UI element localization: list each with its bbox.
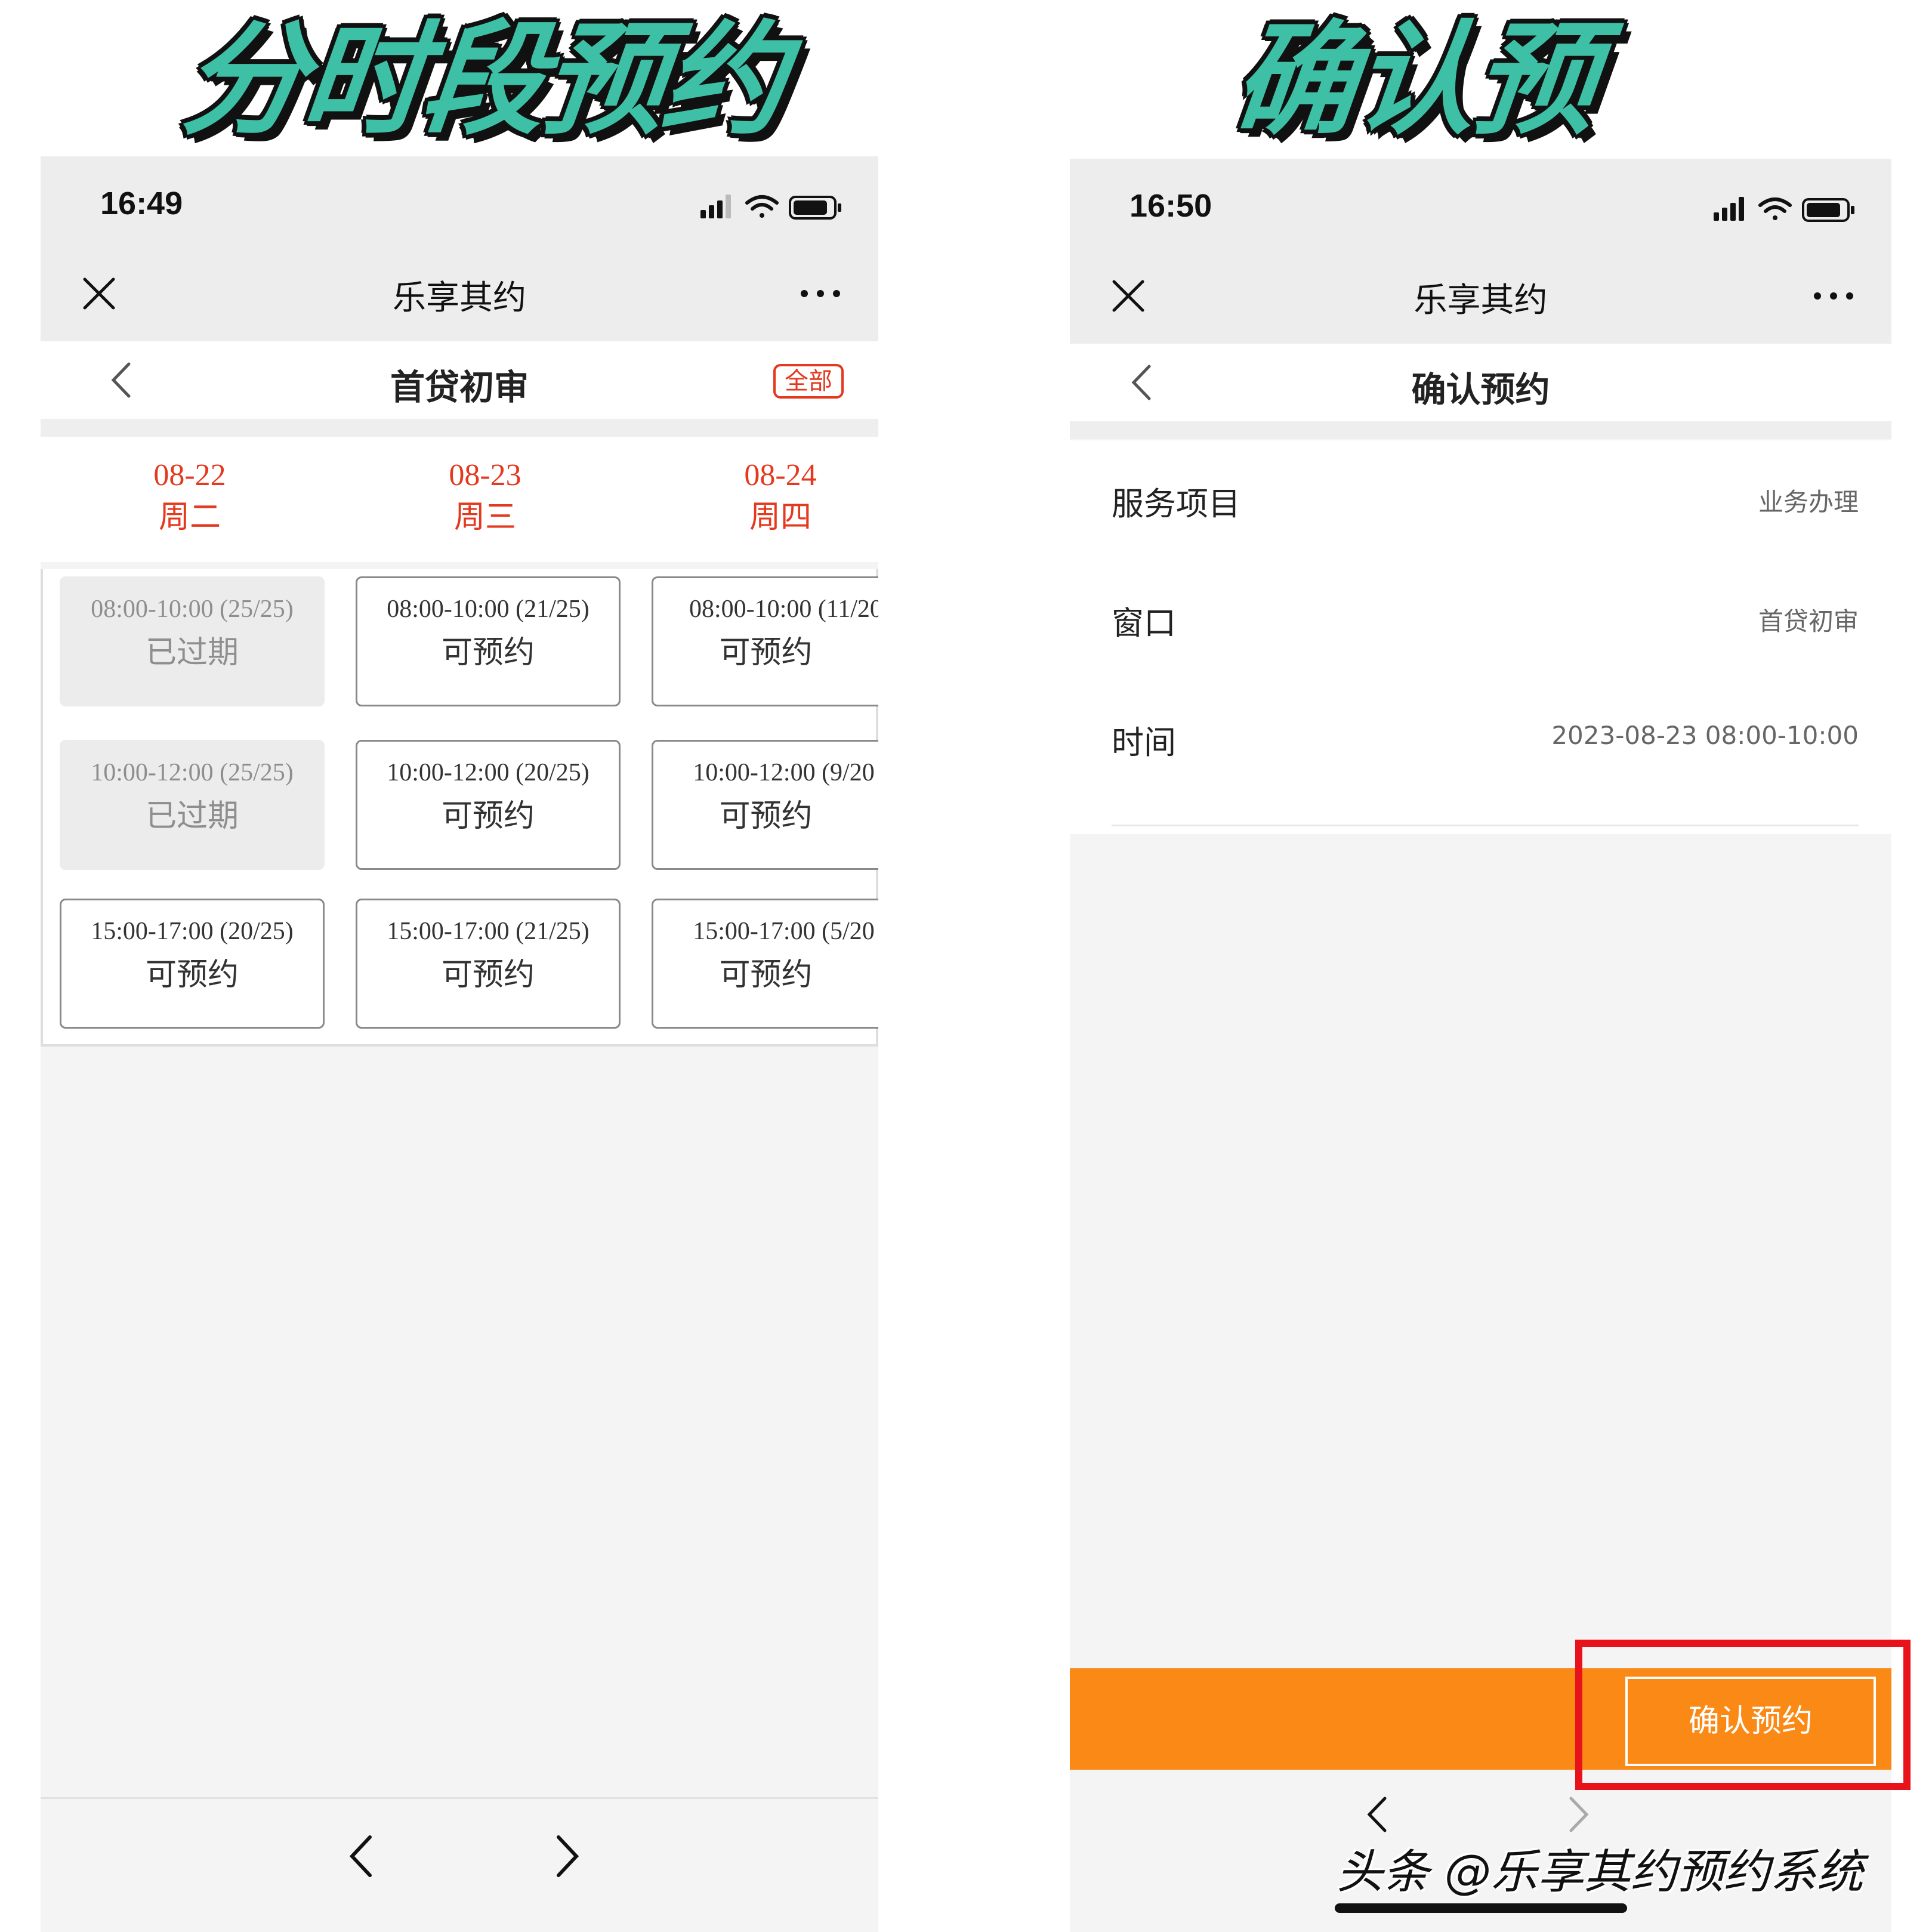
- slot-state: 可预约: [441, 798, 535, 834]
- chevron-left-icon[interactable]: [344, 1832, 379, 1880]
- status-time: 16:49: [100, 186, 183, 221]
- signal-icon: [700, 195, 731, 218]
- slot-state: 已过期: [145, 635, 239, 671]
- weekday-label: 周二: [158, 499, 221, 535]
- slot-state: 已过期: [145, 798, 239, 834]
- browser-nav-bar: [41, 1797, 878, 1932]
- divider: [41, 419, 878, 437]
- time-slot[interactable]: 10:00-12:00 (9/20 可预约: [652, 740, 878, 870]
- date-label: 08-23: [449, 458, 521, 492]
- app-title: 乐享其约: [1413, 281, 1548, 320]
- slot-range: 08:00-10:00 (11/20: [689, 595, 878, 623]
- left-phone-screen: 16:49 乐享其约 首贷初审 全部 08-22 周二 08-23 周三 08-…: [41, 156, 878, 1932]
- time-slot: 08:00-10:00 (25/25) 已过期: [60, 576, 325, 706]
- slot-range: 15:00-17:00 (20/25): [91, 918, 294, 945]
- time-slot[interactable]: 15:00-17:00 (5/20 可预约: [652, 899, 878, 1029]
- weekday-label: 周三: [453, 499, 516, 535]
- time-slot-grid: 08:00-10:00 (25/25) 已过期 08:00-10:00 (21/…: [41, 569, 878, 1047]
- page-title: 确认预约: [1411, 369, 1550, 410]
- divider: [1070, 421, 1891, 439]
- info-label: 时间: [1112, 724, 1176, 761]
- highlight-box: [1575, 1640, 1911, 1790]
- chevron-right-icon[interactable]: [549, 1832, 585, 1880]
- more-icon[interactable]: [800, 288, 841, 300]
- watermark: 头条 @乐享其约预约系统: [1337, 1845, 1863, 1899]
- time-slot[interactable]: 10:00-12:00 (20/25) 可预约: [356, 740, 621, 870]
- date-tab[interactable]: 08-24 周四: [691, 455, 870, 538]
- battery-icon: [789, 196, 841, 220]
- slot-range: 08:00-10:00 (21/25): [387, 595, 590, 623]
- info-label: 窗口: [1112, 604, 1176, 642]
- date-selector: 08-22 周二 08-23 周三 08-24 周四: [41, 437, 878, 562]
- status-time: 16:50: [1129, 188, 1212, 224]
- system-status-icons: [1714, 197, 1854, 222]
- info-label: 服务项目: [1112, 485, 1240, 523]
- weekday-label: 周四: [749, 499, 811, 535]
- booking-summary: 服务项目 业务办理 窗口 首贷初审 时间 2023-08-23 08:00-10…: [1070, 440, 1891, 834]
- all-button[interactable]: 全部: [773, 364, 844, 399]
- chevron-right-icon[interactable]: [1564, 1794, 1594, 1835]
- slot-range: 10:00-12:00 (20/25): [387, 759, 590, 786]
- app-nav-bar: 乐享其约: [1070, 248, 1891, 344]
- caption-confirm-booking: 确认预约: [1226, 10, 1602, 301]
- slot-range: 10:00-12:00 (9/20: [693, 759, 875, 786]
- slot-state: 可预约: [719, 957, 813, 993]
- time-slot[interactable]: 15:00-17:00 (20/25) 可预约: [60, 899, 325, 1029]
- app-nav-bar: 乐享其约: [41, 246, 878, 341]
- page-title: 首贷初审: [390, 367, 529, 408]
- slot-state: 可预约: [145, 957, 239, 993]
- info-value: 业务办理: [1758, 487, 1859, 517]
- signal-icon: [1714, 197, 1744, 221]
- status-bar: 16:49: [41, 156, 878, 246]
- slot-state: 可预约: [441, 635, 535, 671]
- info-row-time: 时间 2023-08-23 08:00-10:00: [1112, 679, 1859, 798]
- system-status-icons: [700, 195, 841, 220]
- slot-range: 15:00-17:00 (21/25): [387, 918, 590, 945]
- chevron-left-icon[interactable]: [1362, 1794, 1392, 1835]
- slot-range: 08:00-10:00 (25/25): [91, 595, 294, 623]
- info-value: 2023-08-23 08:00-10:00: [1551, 721, 1859, 750]
- info-row-service: 服务项目 业务办理: [1112, 440, 1859, 560]
- time-slot[interactable]: 08:00-10:00 (21/25) 可预约: [356, 576, 621, 706]
- wifi-icon: [1758, 197, 1792, 220]
- date-label: 08-22: [153, 458, 226, 492]
- date-tab[interactable]: 08-22 周二: [100, 455, 279, 538]
- caption-time-slot-booking: 分时段预约: [175, 10, 791, 152]
- date-label: 08-24: [744, 458, 817, 492]
- battery-icon: [1802, 198, 1854, 222]
- info-value: 首贷初审: [1758, 607, 1859, 636]
- slot-state: 可预约: [441, 957, 535, 993]
- date-tab[interactable]: 08-23 周三: [396, 455, 575, 538]
- app-title: 乐享其约: [393, 279, 526, 317]
- home-indicator: [1335, 1903, 1627, 1913]
- page-header: 首贷初审 全部: [41, 341, 878, 419]
- time-slot: 10:00-12:00 (25/25) 已过期: [60, 740, 325, 870]
- page-header: 确认预约: [1070, 344, 1891, 421]
- time-slot[interactable]: 08:00-10:00 (11/20 可预约: [652, 576, 878, 706]
- wifi-icon: [745, 195, 779, 218]
- slot-state: 可预约: [719, 635, 813, 671]
- time-slot[interactable]: 15:00-17:00 (21/25) 可预约: [356, 899, 621, 1029]
- divider: [1112, 825, 1859, 826]
- info-row-window: 窗口 首贷初审: [1112, 560, 1859, 679]
- slot-range: 15:00-17:00 (5/20: [693, 918, 875, 945]
- slot-state: 可预约: [719, 798, 813, 834]
- slot-range: 10:00-12:00 (25/25): [91, 759, 294, 786]
- more-icon[interactable]: [1813, 290, 1854, 302]
- status-bar: 16:50: [1070, 159, 1891, 248]
